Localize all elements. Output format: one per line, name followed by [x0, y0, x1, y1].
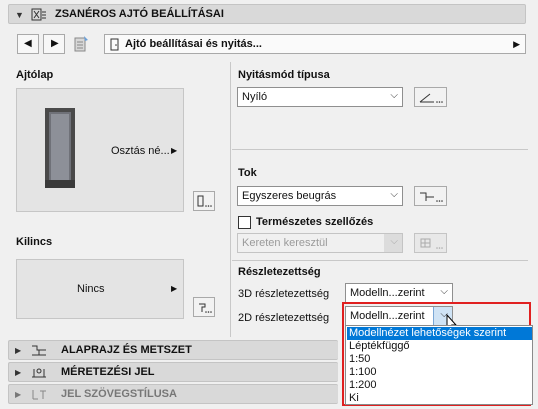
arrow-left-icon: ◀	[24, 38, 32, 49]
kilincs-label: Kilincs	[16, 236, 53, 248]
chevron-down-icon: ⌵	[390, 236, 398, 247]
tok-options-button[interactable]	[414, 186, 447, 206]
tok-value: Egyszeres beugrás	[242, 190, 337, 202]
submenu-arrow-icon: ▶	[171, 146, 178, 155]
kilincs-button-label: Nincs	[77, 283, 105, 295]
section-header-alaprajz[interactable]: ▶ ALAPRAJZ ÉS METSZET	[8, 340, 338, 360]
text-style-icon	[32, 390, 46, 400]
dropdown-option-selected[interactable]: Modellnézet lehetőségek szerint	[347, 327, 532, 340]
submenu-arrow-icon: ▶	[171, 284, 178, 293]
d2-dropdown-list: Modellnézet lehetőségek szerint Léptékfü…	[345, 325, 533, 405]
d2-label: 2D részletezettség	[238, 312, 330, 324]
szellozes-checkbox[interactable]	[238, 216, 251, 229]
chevron-down-icon: ⌵	[390, 90, 398, 101]
dropdown-option[interactable]: Ki	[347, 392, 532, 405]
ventilation-icon	[420, 238, 443, 249]
ajtolap-panel-button[interactable]: Osztás né... ▶	[16, 88, 184, 212]
floor-plan-icon	[32, 345, 46, 356]
d2-value: Modelln...zerint	[350, 310, 425, 322]
ajtolap-button-label: Osztás né...	[111, 145, 170, 157]
section-header-meretezesi-jel[interactable]: ▶ MÉRETEZÉSI JEL	[8, 362, 338, 382]
d3-value: Modelln...zerint	[350, 287, 425, 299]
dimension-marker-icon	[32, 368, 46, 378]
section-header-jel-szovegstilusa[interactable]: ▶ JEL SZÖVEGSTÍLUSA	[8, 384, 338, 404]
ajtolap-options-button[interactable]	[193, 191, 215, 211]
column-divider	[230, 62, 231, 337]
d2-select[interactable]: Modelln...zerint ⌵	[345, 306, 453, 326]
handle-options-icon	[199, 303, 212, 313]
expand-triangle-icon[interactable]: ▶	[15, 368, 21, 377]
chevron-down-icon: ⌵	[440, 286, 448, 297]
szellozes-select[interactable]: Kereten keresztül ⌵	[237, 233, 403, 253]
section-title: JEL SZÖVEGSTÍLUSA	[61, 388, 177, 400]
szellozes-options-button[interactable]	[414, 233, 447, 253]
opening-type-icon	[419, 93, 443, 103]
divider	[232, 260, 528, 261]
dropdown-option[interactable]: 1:50	[347, 353, 532, 366]
frame-type-icon	[420, 192, 443, 202]
door-page-icon	[110, 38, 119, 51]
collapse-triangle-icon[interactable]: ▼	[15, 10, 24, 20]
section-header-door-settings[interactable]: ▼ ZSANÉROS AJTÓ BEÁLLÍTÁSAI	[8, 4, 526, 24]
reszletezettseg-label: Részletezettség	[238, 266, 321, 278]
arrow-right-icon: ▶	[51, 38, 59, 49]
favorites-icon[interactable]	[72, 35, 90, 53]
tok-select[interactable]: Egyszeres beugrás ⌵	[237, 186, 403, 206]
next-button[interactable]: ▶	[43, 34, 65, 54]
d3-select[interactable]: Modelln...zerint ⌵	[345, 283, 453, 303]
nyitasmod-options-button[interactable]	[414, 87, 447, 107]
dropdown-option[interactable]: Léptékfüggő	[347, 340, 532, 353]
page-selector[interactable]: Ajtó beállításai és nyitás... ▶	[104, 34, 526, 54]
d3-label: 3D részletezettség	[238, 288, 330, 300]
section-title: ZSANÉROS AJTÓ BEÁLLÍTÁSAI	[55, 8, 224, 20]
chevron-down-icon: ⌵	[390, 189, 398, 200]
dropdown-arrow-icon: ▶	[513, 39, 520, 49]
door-settings-icon	[31, 8, 46, 21]
expand-triangle-icon[interactable]: ▶	[15, 390, 21, 399]
kilincs-options-button[interactable]	[193, 297, 215, 317]
szellozes-value: Kereten keresztül	[242, 237, 328, 249]
door-leaf-preview-icon	[45, 108, 75, 188]
szellozes-label: Természetes szellőzés	[256, 216, 374, 228]
nyitasmod-label: Nyitásmód típusa	[238, 69, 330, 81]
kilincs-panel-button[interactable]: Nincs ▶	[16, 259, 184, 319]
expand-triangle-icon[interactable]: ▶	[15, 346, 21, 355]
dropdown-option[interactable]: 1:100	[347, 366, 532, 379]
section-title: MÉRETEZÉSI JEL	[61, 366, 155, 378]
dropdown-option[interactable]: 1:200	[347, 379, 532, 392]
page-selector-label: Ajtó beállításai és nyitás...	[125, 38, 262, 50]
section-title: ALAPRAJZ ÉS METSZET	[61, 344, 192, 356]
door-options-icon	[197, 195, 212, 207]
tok-label: Tok	[238, 167, 257, 179]
previous-button[interactable]: ◀	[17, 34, 39, 54]
ajtolap-label: Ajtólap	[16, 69, 54, 81]
divider	[232, 149, 528, 150]
nyitasmod-select[interactable]: Nyíló ⌵	[237, 87, 403, 107]
nyitasmod-value: Nyíló	[242, 91, 268, 103]
